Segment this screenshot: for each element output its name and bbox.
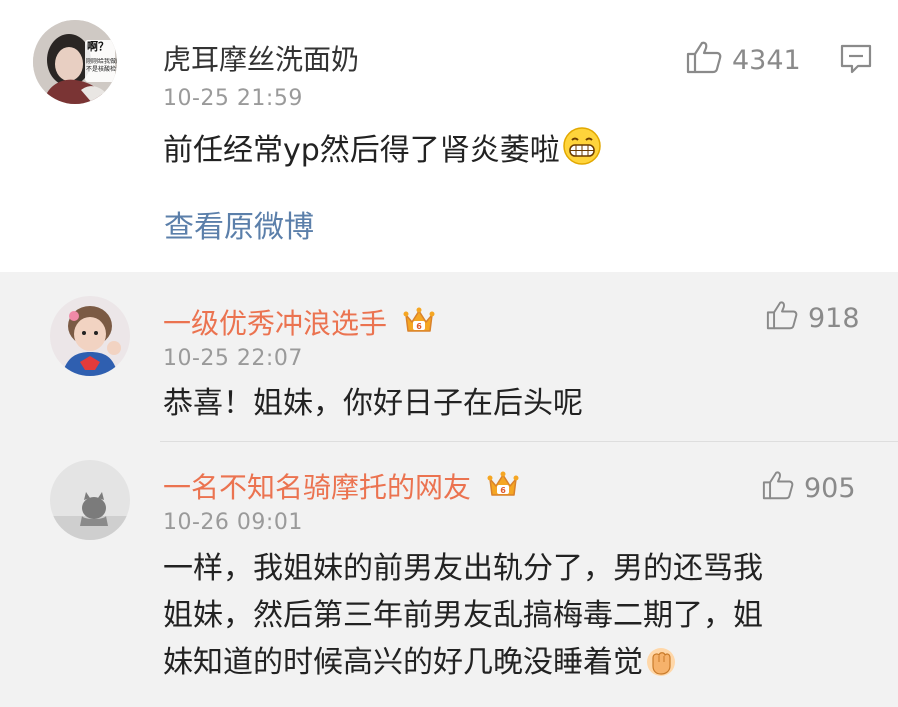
like-button[interactable]: 4341 bbox=[686, 40, 801, 81]
grin-emoji-icon bbox=[562, 126, 602, 180]
username[interactable]: 一名不知名骑摩托的网友 6 bbox=[163, 466, 520, 508]
comment-text: 前任经常yp然后得了肾炎萎啦 bbox=[163, 126, 602, 180]
like-count: 4341 bbox=[732, 45, 801, 76]
fist-emoji-icon bbox=[645, 645, 677, 692]
timestamp: 10-26 09:01 bbox=[163, 510, 303, 535]
thumbs-up-icon bbox=[686, 40, 722, 81]
crown-badge-icon: 6 bbox=[486, 469, 520, 508]
comment-line: 妹知道的时候高兴的好几晚没睡着觉 bbox=[163, 639, 763, 692]
crown-badge-icon: 6 bbox=[402, 305, 436, 344]
avatar[interactable] bbox=[50, 460, 130, 540]
timestamp: 10-25 22:07 bbox=[163, 346, 303, 371]
avatar-image bbox=[50, 460, 130, 540]
comment-text: 恭喜！姐妹，你好日子在后头呢 bbox=[163, 386, 583, 421]
thumbs-up-icon bbox=[766, 300, 798, 337]
like-button[interactable]: 918 bbox=[766, 300, 860, 337]
thumbs-up-icon bbox=[762, 470, 794, 507]
avatar[interactable]: 啊？ 刚刚给我做的 不是核酸检测 bbox=[33, 20, 117, 104]
like-button[interactable]: 905 bbox=[762, 470, 856, 507]
comment-button[interactable] bbox=[840, 44, 872, 78]
svg-text:6: 6 bbox=[416, 322, 422, 331]
view-original-weibo-link[interactable]: 查看原微博 bbox=[164, 202, 314, 246]
username[interactable]: 一级优秀冲浪选手 6 bbox=[163, 302, 436, 344]
avatar-caption: 啊？ bbox=[87, 40, 109, 53]
avatar-image bbox=[50, 296, 130, 376]
svg-text:6: 6 bbox=[500, 486, 506, 495]
comment-line: 姐妹，然后第三年前男友乱搞梅毒二期了，姐 bbox=[163, 598, 763, 633]
like-count: 905 bbox=[804, 473, 856, 504]
timestamp: 10-25 21:59 bbox=[163, 86, 303, 111]
divider bbox=[160, 441, 898, 442]
main-comment-card: 啊？ 刚刚给我做的 不是核酸检测 虎耳摩丝洗面奶 10-25 21:59 前任经… bbox=[0, 0, 898, 272]
like-count: 918 bbox=[808, 303, 860, 334]
avatar-subcaption: 刚刚给我做的 不是核酸检测 bbox=[86, 58, 117, 73]
comment-icon bbox=[840, 44, 872, 78]
comment-line: 一样，我姐妹的前男友出轨分了，男的还骂我 bbox=[163, 551, 763, 586]
comment-text: 一样，我姐妹的前男友出轨分了，男的还骂我 姐妹，然后第三年前男友乱搞梅毒二期了，… bbox=[163, 545, 763, 692]
username[interactable]: 虎耳摩丝洗面奶 bbox=[163, 38, 359, 78]
avatar[interactable] bbox=[50, 296, 130, 376]
